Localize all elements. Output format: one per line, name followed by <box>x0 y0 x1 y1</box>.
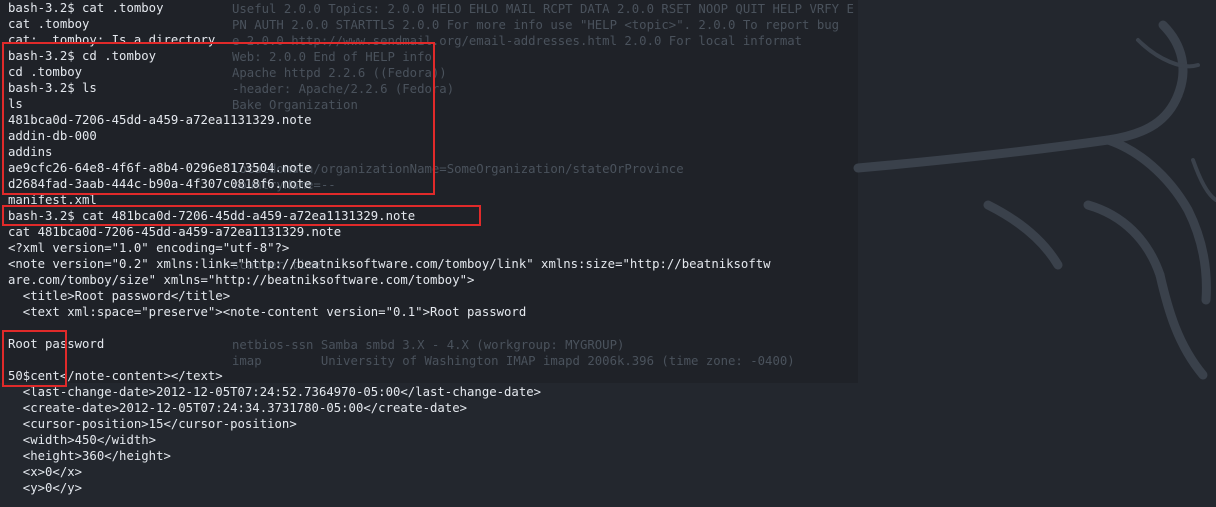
terminal-line: <create-date>2012-12-05T07:24:34.3731780… <box>8 401 468 415</box>
terminal-line: <last-change-date>2012-12-05T07:24:52.73… <box>8 385 542 399</box>
highlight-box-directory-listing <box>2 42 435 195</box>
terminal-line: cat 481bca0d-7206-45dd-a459-a72ea1131329… <box>8 225 342 239</box>
terminal-line: cat .tomboy <box>8 17 90 31</box>
terminal-line: <width>450</width> <box>8 433 157 447</box>
terminal-line: <title>Root password</title> <box>8 289 231 303</box>
terminal-line: <y>0</y> <box>8 481 83 495</box>
terminal-line: <text xml:space="preserve"><note-content… <box>8 305 527 319</box>
highlight-box-cat-command <box>2 205 481 226</box>
terminal-line: <note version="0.2" xmlns:link="http://b… <box>8 257 771 271</box>
terminal-line: bash-3.2$ cat .tomboy <box>8 1 164 15</box>
terminal-line: <height>360</height> <box>8 449 171 463</box>
terminal-line: <?xml version="1.0" encoding="utf-8"?> <box>8 241 290 255</box>
terminal-line: 50$cent</note-content></text> <box>8 369 223 383</box>
terminal-line: <x>0</x> <box>8 465 83 479</box>
kali-dragon-logo <box>853 20 1216 380</box>
terminal-line: Root password <box>8 337 105 351</box>
terminal-line: are.com/tomboy/size" xmlns="http://beatn… <box>8 273 475 287</box>
terminal-line: <cursor-position>15</cursor-position> <box>8 417 297 431</box>
highlight-box-password <box>2 330 67 387</box>
